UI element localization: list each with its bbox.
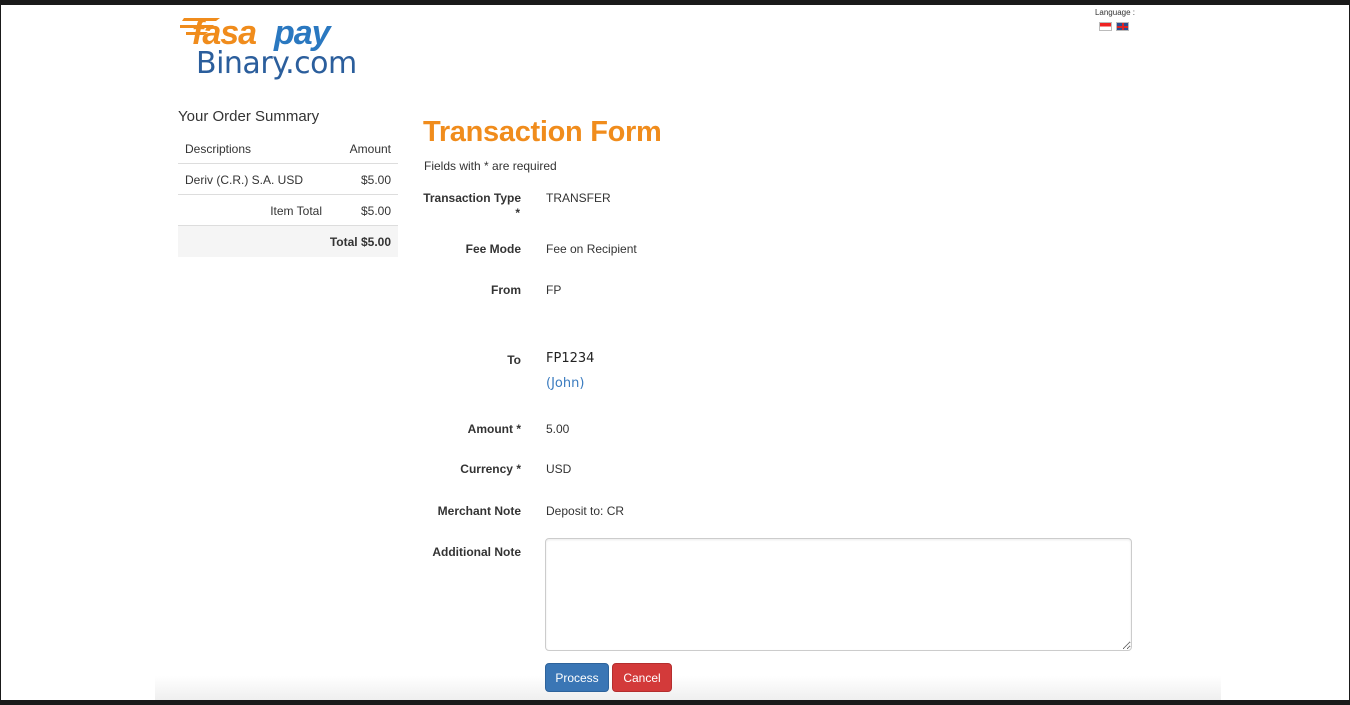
language-selector: Language : xyxy=(1080,8,1135,34)
from-label: From xyxy=(491,283,521,297)
amount-value: 5.00 xyxy=(546,422,570,436)
item-total-label: Item Total xyxy=(270,204,322,218)
required-fields-note: Fields with * are required xyxy=(424,159,557,173)
fee-mode-value: Fee on Recipient xyxy=(546,242,637,256)
to-account-name: (John) xyxy=(546,376,585,391)
flag-indonesia-icon[interactable] xyxy=(1099,22,1112,31)
form-title: Transaction Form xyxy=(423,116,662,148)
merchant-note-value: Deposit to: CR xyxy=(546,504,625,518)
descriptions-header: Descriptions xyxy=(185,142,252,156)
transaction-type-value: TRANSFER xyxy=(546,191,611,205)
merchant-note-label: Merchant Note xyxy=(437,504,521,518)
window-frame-bottom xyxy=(0,700,1350,705)
page-footer-shade xyxy=(155,676,1221,700)
order-item-row: Deriv (C.R.) S.A. USD $5.00 xyxy=(178,164,398,195)
to-account-value: FP1234 xyxy=(546,351,595,366)
fee-mode-label: Fee Mode xyxy=(465,242,521,256)
window-frame-left xyxy=(0,0,1,705)
window-frame-top xyxy=(0,0,1350,5)
amount-label: Amount * xyxy=(467,422,521,436)
fasapay-binary-logo: fasa pay Binary.com xyxy=(180,12,370,86)
required-asterisk: * xyxy=(515,206,520,220)
additional-note-label: Additional Note xyxy=(432,545,521,559)
order-item-description: Deriv (C.R.) S.A. USD xyxy=(185,173,304,187)
flag-uk-icon[interactable] xyxy=(1116,22,1129,31)
logo-binary-text: Binary.com xyxy=(196,46,357,81)
amount-header: Amount xyxy=(349,142,391,156)
to-label: To xyxy=(507,353,521,367)
order-summary-table: Descriptions Amount Deriv (C.R.) S.A. US… xyxy=(178,133,398,257)
language-label: Language : xyxy=(1094,8,1135,17)
currency-value: USD xyxy=(546,462,572,476)
transaction-type-label: Transaction Type * xyxy=(371,191,521,221)
currency-label: Currency * xyxy=(460,462,521,476)
cancel-button[interactable]: Cancel xyxy=(612,663,672,692)
order-summary-title: Your Order Summary xyxy=(178,108,320,125)
item-total-row: Item Total $5.00 xyxy=(178,195,398,226)
transaction-type-label-text: Transaction Type xyxy=(423,191,521,205)
order-summary-header-row: Descriptions Amount xyxy=(178,133,398,164)
order-item-amount: $5.00 xyxy=(360,173,391,187)
grand-total-row: Total $5.00 xyxy=(178,226,398,257)
additional-note-textarea[interactable] xyxy=(545,538,1132,651)
process-button[interactable]: Process xyxy=(545,663,609,692)
from-value: FP xyxy=(546,283,562,297)
